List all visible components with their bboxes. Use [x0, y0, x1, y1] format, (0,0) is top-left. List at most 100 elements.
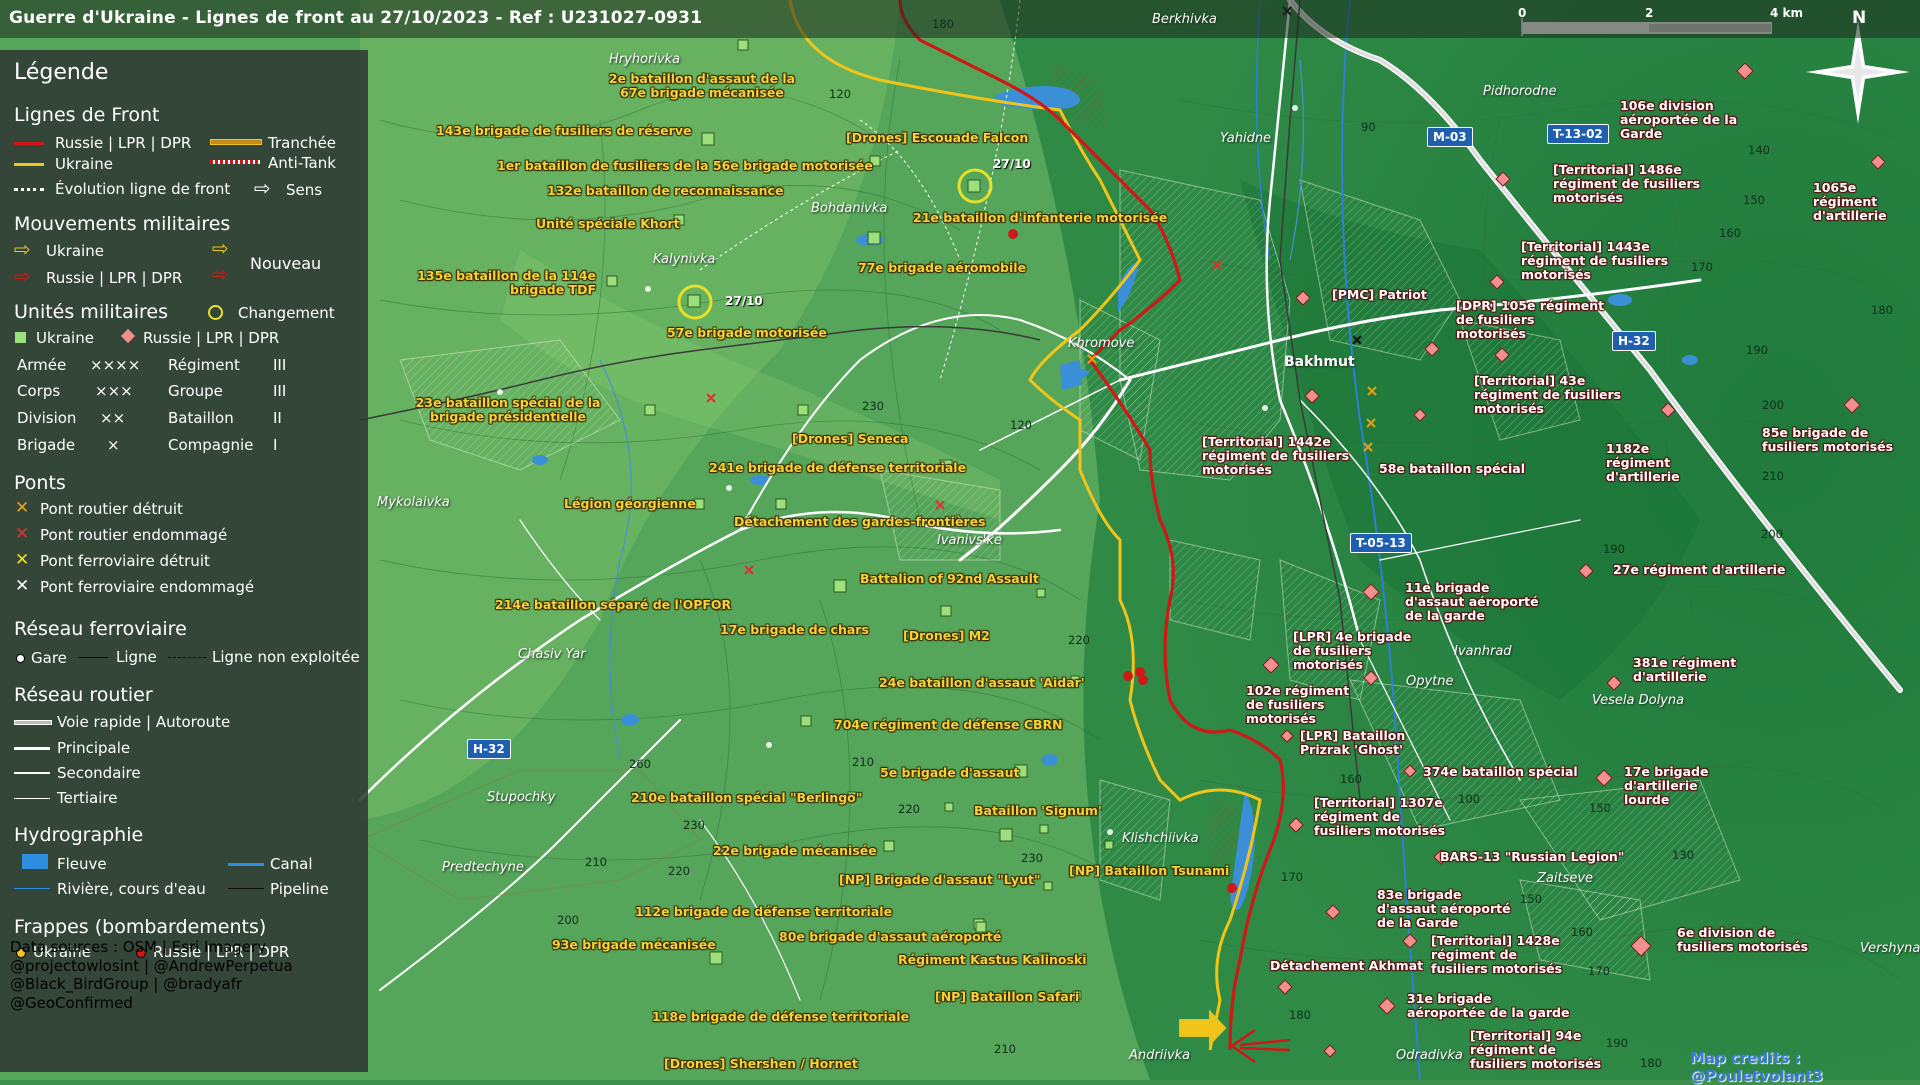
map-title: Guerre d'Ukraine - Lignes de front au 27… — [9, 8, 703, 28]
elevation-label: 160 — [1571, 925, 1593, 939]
legend-units-russia: Russie | LPR | DPR — [143, 329, 280, 347]
place-ivanhrad: Ivanhrad — [1454, 644, 1512, 659]
echelon-army: Armée — [17, 356, 67, 374]
place-predtechyne: Predtechyne — [442, 860, 524, 875]
ua-unit-label[interactable]: [NP] Brigade d'assaut "Lyut" — [839, 873, 1040, 887]
ua-unit-label[interactable]: 135e bataillon de la 114e brigade TDF — [386, 269, 596, 297]
ru-unit-label[interactable]: [LPR] Bataillon Prizrak 'Ghost' — [1300, 729, 1430, 757]
ua-unit-label[interactable]: [Drones] Shershen / Hornet — [664, 1057, 858, 1071]
ua-unit-label[interactable]: [Drones] Escouade Falcon — [846, 131, 1028, 145]
ua-unit-label[interactable]: 80e brigade d'assaut aéroporté — [779, 930, 1001, 944]
stream-swatch — [14, 888, 50, 889]
ua-unit-label[interactable]: [NP] Bataillon Tsunami — [1069, 864, 1229, 878]
ru-unit-label[interactable]: 374e bataillon spécial — [1423, 765, 1578, 779]
ru-unit-label[interactable]: [DPR] 105e régiment de fusiliers motoris… — [1456, 299, 1606, 341]
ua-unit-label[interactable]: 57e brigade motorisée — [667, 326, 827, 340]
ru-unit-label[interactable]: [Territorial] 1442e régiment de fusilier… — [1202, 435, 1352, 477]
ru-unit-label[interactable]: 83e brigade d'assaut aéroporté de la Gar… — [1377, 888, 1517, 930]
ua-unit-label[interactable]: 93e brigade mécanisée — [552, 938, 716, 952]
elevation-label: 180 — [932, 17, 954, 31]
elevation-label: 180 — [1289, 1008, 1311, 1022]
ua-unit-label[interactable]: Légion géorgienne — [564, 497, 696, 511]
place-berkhivka: Berkhivka — [1152, 12, 1217, 27]
ua-unit-label[interactable]: 704e régiment de défense CBRN — [834, 718, 1063, 732]
legend-units-title: Unités militaires — [14, 301, 169, 323]
source-line: @projectowlosint | @AndrewPerpetua — [10, 956, 293, 975]
ru-unit-label[interactable]: [PMC] Patriot — [1332, 288, 1427, 302]
ua-unit-label[interactable]: 241e brigade de défense territoriale — [709, 461, 966, 475]
place-vesela-dolyna: Vesela Dolyna — [1592, 693, 1685, 708]
ua-unit-label[interactable]: 118e brigade de défense territoriale — [652, 1010, 909, 1024]
ua-unit-label[interactable]: 143e brigade de fusiliers de réserve — [436, 124, 691, 138]
road-primary-swatch — [14, 747, 50, 750]
ru-unit-label[interactable]: 1182e régiment d'artillerie — [1606, 442, 1711, 484]
elevation-label: 190 — [1606, 1036, 1628, 1050]
ua-unit-label[interactable]: 24e bataillon d'assaut 'Aidar' — [879, 676, 1085, 690]
ua-unit-label[interactable]: 210e bataillon spécial "Berlingo" — [631, 791, 862, 805]
ua-unit-label[interactable]: 132e bataillon de reconnaissance — [547, 184, 783, 198]
legend-bridges-title: Ponts — [14, 472, 66, 494]
ru-unit-label[interactable]: BARS-13 "Russian Legion" — [1440, 850, 1624, 864]
legend-units-change: Changement — [238, 304, 335, 322]
ua-unit-label[interactable]: Unité spéciale Khort — [536, 217, 680, 231]
legend-front-antitank: Anti-Tank — [268, 154, 336, 172]
ua-unit-label[interactable]: 2e bataillon d'assaut de la 67e brigade … — [602, 72, 802, 100]
ru-unit-label[interactable]: [Territorial] 1443e régiment de fusilier… — [1521, 240, 1671, 282]
ua-unit-label[interactable]: 214e bataillon séparé de l'OPFOR — [495, 598, 731, 612]
ua-unit-label[interactable]: 21e bataillon d'infanterie motorisée — [913, 211, 1167, 225]
rail-unused-swatch — [168, 657, 206, 658]
elevation-label: 160 — [1719, 226, 1741, 240]
new-ukraine-arrow-icon: ⇨ — [212, 236, 229, 260]
ua-unit-label[interactable]: Bataillon 'Signum' — [974, 804, 1102, 818]
ua-unit-label[interactable]: Détachement des gardes-frontières — [734, 515, 986, 529]
ua-unit-label[interactable]: 17e brigade de chars — [720, 623, 869, 637]
ru-unit-label[interactable]: 106e division aéroportée de la Garde — [1620, 99, 1770, 141]
ukraine-move-arrow-icon: ⇨ — [14, 237, 31, 261]
change-circle-icon — [208, 305, 223, 320]
ru-unit-label[interactable]: 85e brigade de fusiliers motorisés — [1762, 426, 1912, 454]
ru-unit-label[interactable]: 381e régiment d'artillerie — [1633, 656, 1743, 684]
ru-unit-label[interactable]: [Territorial] 94e régiment de fusiliers … — [1470, 1029, 1610, 1071]
ua-unit-label[interactable]: 1er bataillon de fusiliers de la 56e bri… — [497, 159, 873, 173]
ru-unit-label[interactable]: Détachement Akhmat — [1270, 959, 1423, 973]
ru-unit-label[interactable]: 27e régiment d'artillerie — [1613, 563, 1785, 577]
echelon-regiment-symbol: III — [273, 356, 287, 374]
legend-panel: Légende Lignes de Front Russie | LPR | D… — [0, 50, 368, 1072]
road-motorway-swatch — [14, 720, 52, 725]
ru-unit-label[interactable]: 102e régiment de fusiliers motorisés — [1246, 684, 1366, 726]
ru-unit-label[interactable]: [Territorial] 1428e régiment de fusilier… — [1431, 934, 1571, 976]
ua-unit-label[interactable]: Régiment Kastus Kalinoski — [898, 953, 1087, 967]
ru-unit-label[interactable]: 1065e régiment d'artillerie — [1813, 181, 1918, 223]
ru-unit-label[interactable]: 17e brigade d'artillerie lourde — [1624, 765, 1744, 807]
ru-unit-label[interactable]: [Territorial] 1486e régiment de fusilier… — [1553, 163, 1703, 205]
bridge-road-damaged: Pont routier endommagé — [40, 526, 228, 544]
ru-unit-label[interactable]: 6e division de fusiliers motorisés — [1677, 926, 1827, 954]
ru-unit-label[interactable]: [LPR] 4e brigade de fusiliers motorisés — [1293, 630, 1418, 672]
ukraine-line-swatch — [14, 163, 44, 166]
ua-unit-label[interactable]: 22e brigade mécanisée — [713, 844, 877, 858]
ua-unit-label[interactable]: [Drones] M2 — [903, 629, 990, 643]
ua-unit-label[interactable]: 23e bataillon spécial de la brigade prés… — [398, 396, 618, 424]
pipeline-swatch — [228, 888, 264, 889]
ru-unit-label[interactable]: 58e bataillon spécial — [1379, 462, 1525, 476]
north-label: N — [1852, 8, 1867, 28]
elevation-label: 210 — [994, 1042, 1016, 1056]
road-bridge-destroyed-icon: ✕ — [15, 498, 30, 518]
legend-front-evolution: Évolution ligne de front — [55, 180, 231, 198]
ru-unit-label[interactable]: 11e brigade d'assaut aéroporté de la gar… — [1405, 581, 1550, 623]
elevation-label: 220 — [668, 864, 690, 878]
ua-unit-label[interactable]: 5e brigade d'assaut — [880, 766, 1019, 780]
ua-unit-label[interactable]: [Drones] Seneca — [792, 432, 908, 446]
ua-unit-label[interactable]: 77e brigade aéromobile — [858, 261, 1026, 275]
ru-unit-label[interactable]: [Territorial] 43e régiment de fusiliers … — [1474, 374, 1624, 416]
ua-unit-label[interactable]: Battalion of 92nd Assault — [860, 572, 1039, 586]
ua-unit-label[interactable]: 112e brigade de défense territoriale — [635, 905, 892, 919]
elevation-label: 180 — [1871, 303, 1893, 317]
ru-unit-label[interactable]: [Territorial] 1307e régiment de fusilier… — [1314, 796, 1454, 838]
elevation-label: 150 — [1520, 892, 1542, 906]
ua-unit-label[interactable]: [NP] Bataillon Safari — [935, 990, 1079, 1004]
legend-hydro-title: Hydrographie — [14, 824, 144, 846]
ru-unit-label[interactable]: 31e brigade aéroportée de la garde — [1407, 992, 1572, 1020]
elevation-label: 220 — [1068, 633, 1090, 647]
place-ivanivske: Ivanivs'ke — [937, 533, 1002, 548]
